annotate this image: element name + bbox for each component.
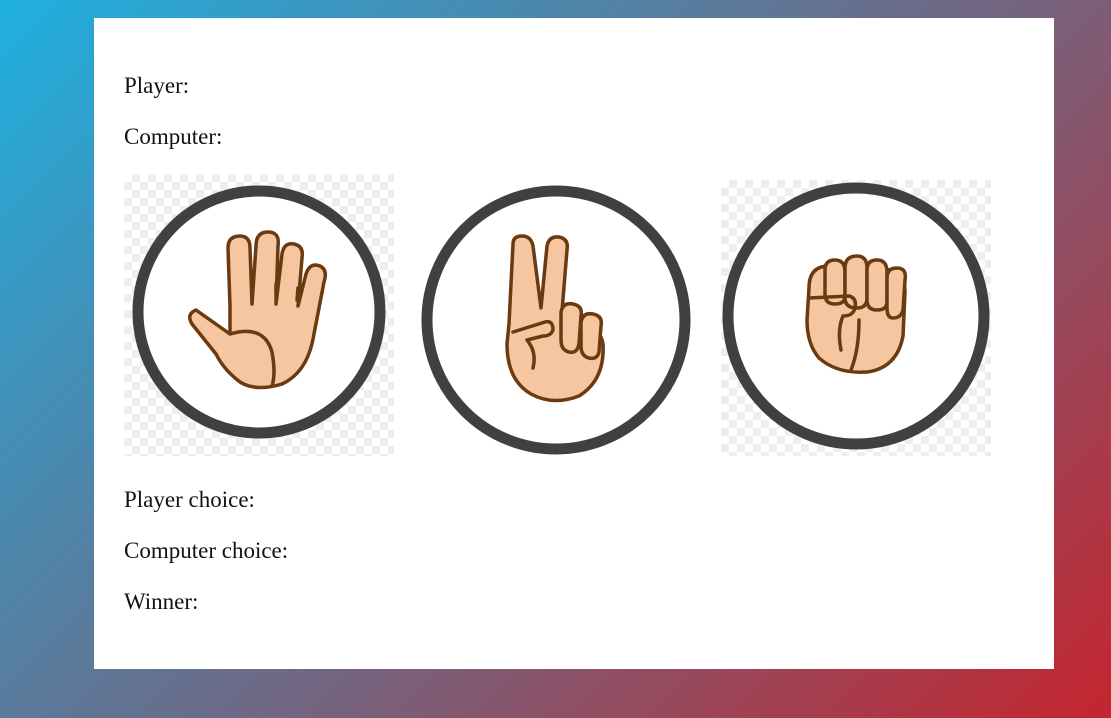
computer-choice-label: Computer choice: <box>124 538 289 563</box>
winner-label: Winner: <box>124 589 199 614</box>
player-label: Player: <box>124 73 190 98</box>
fist-icon <box>722 182 990 450</box>
game-card: Player: Computer: Player choice: Compute… <box>94 18 1054 669</box>
player-choice-label: Player choice: <box>124 487 255 512</box>
open-hand-icon <box>132 185 386 439</box>
scissors-choice-button[interactable] <box>421 184 693 458</box>
computer-label: Computer: <box>124 124 223 149</box>
rock-choice-button[interactable] <box>721 180 991 456</box>
victory-hand-icon <box>421 185 691 455</box>
paper-choice-button[interactable] <box>124 174 394 456</box>
